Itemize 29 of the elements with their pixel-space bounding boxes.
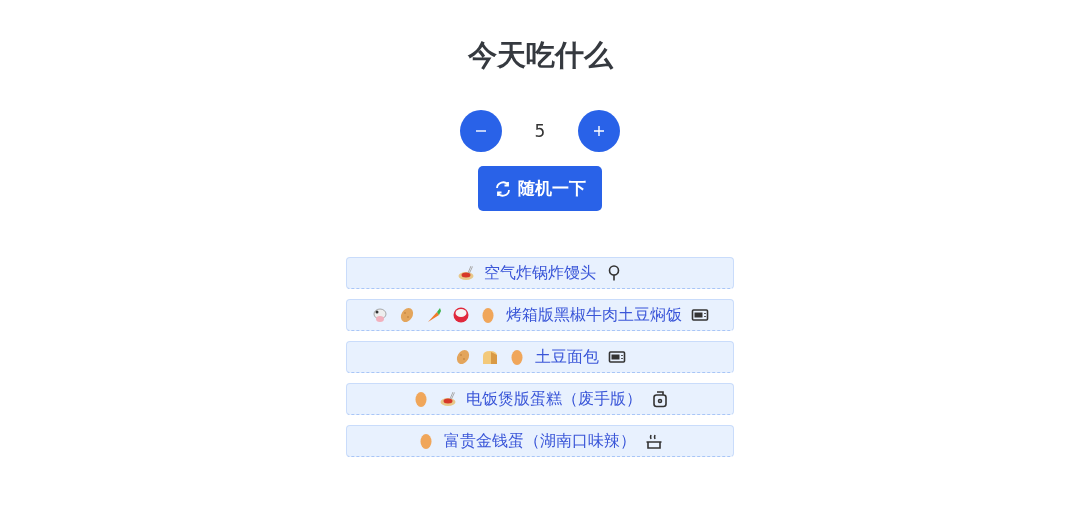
spaghetti-icon — [457, 264, 475, 282]
dish-item[interactable]: 富贵金钱蛋（湖南口味辣） — [346, 425, 734, 457]
dish-name: 空气炸锅炸馒头 — [484, 262, 596, 284]
potato-icon — [454, 348, 472, 366]
increment-button[interactable] — [578, 110, 620, 152]
decrement-button[interactable] — [460, 110, 502, 152]
dish-name: 烤箱版黑椒牛肉土豆焖饭 — [506, 304, 682, 326]
dish-name: 土豆面包 — [535, 346, 599, 368]
microwave-icon — [608, 348, 626, 366]
count-value: 5 — [533, 121, 547, 141]
dish-item[interactable]: 空气炸锅炸馒头 — [346, 257, 734, 289]
pot-icon — [645, 432, 663, 450]
dish-name: 电饭煲版蛋糕（废手版） — [465, 388, 642, 410]
cow-icon — [371, 306, 389, 324]
dish-item[interactable]: 烤箱版黑椒牛肉土豆焖饭 — [346, 299, 734, 331]
dish-item[interactable]: 土豆面包 — [346, 341, 734, 373]
bread-icon — [481, 348, 499, 366]
refresh-icon — [494, 179, 512, 198]
dish-item[interactable]: 电饭煲版蛋糕（废手版） — [346, 383, 734, 415]
page-title: 今天吃什么 — [467, 37, 613, 74]
microwave-icon — [691, 306, 709, 324]
spaghetti-icon — [438, 390, 457, 408]
potato-icon — [398, 306, 416, 324]
rice-bowl-icon — [452, 306, 470, 324]
dish-name: 富贵金钱蛋（湖南口味辣） — [444, 430, 636, 452]
rice-cooker-icon — [650, 390, 669, 408]
random-button[interactable]: 随机一下 — [478, 166, 602, 211]
carrot-icon — [425, 306, 443, 324]
plus-icon — [593, 125, 605, 137]
